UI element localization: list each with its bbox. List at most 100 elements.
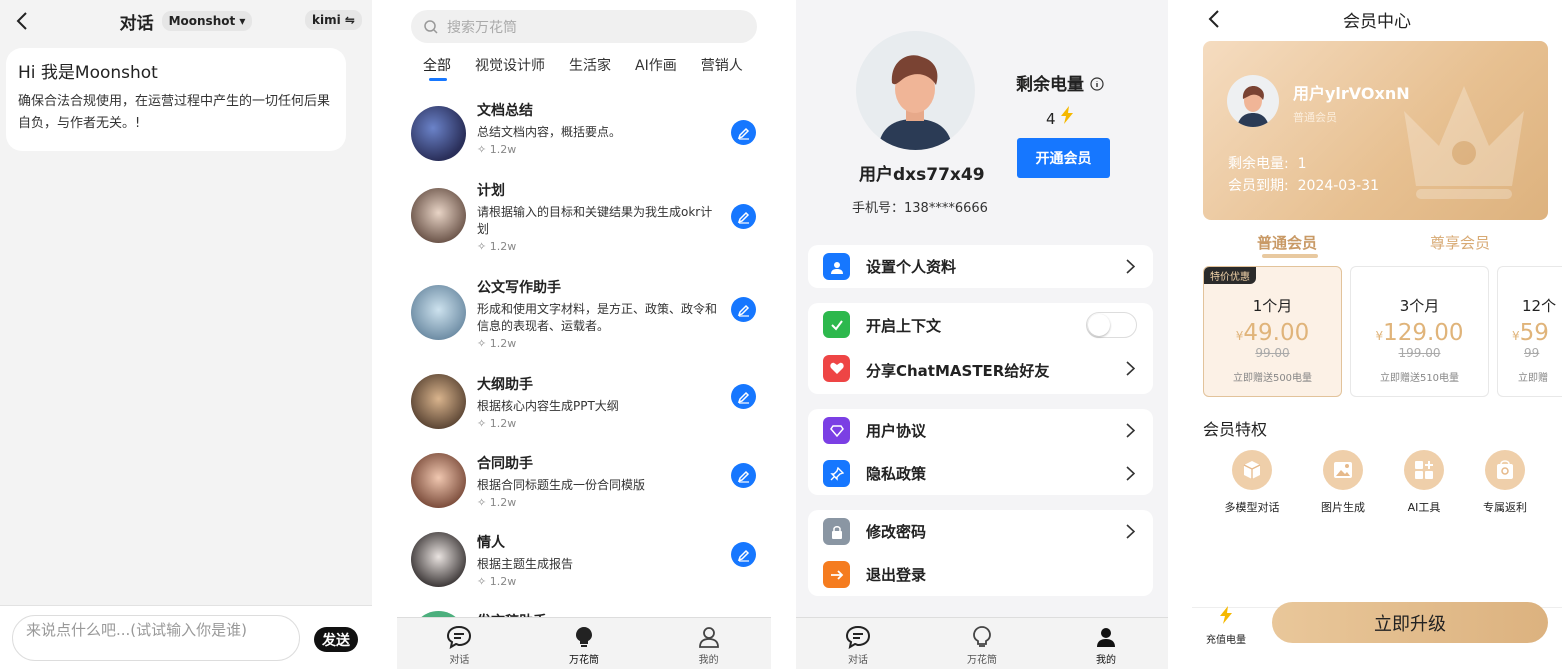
list-item[interactable]: 合同助手 根据合同标题生成一份合同模版 ✧ 1.2w xyxy=(397,453,771,532)
item-name: 合同助手 xyxy=(477,456,533,472)
item-name: 文档总结 xyxy=(477,103,533,119)
tab-premium-member[interactable]: 尊享会员 xyxy=(1430,232,1490,253)
search-bar[interactable]: 搜索万花筒 xyxy=(411,10,757,43)
row-logout[interactable]: 退出登录 xyxy=(808,553,1153,596)
greeting-bubble: Hi 我是Moonshot 确保合法合规使用，在运营过程中产生的一切任何后果自负… xyxy=(6,48,346,151)
plan-old-price: 99 xyxy=(1524,346,1540,360)
info-icon[interactable] xyxy=(1090,77,1104,91)
back-arrow-icon[interactable] xyxy=(12,10,34,32)
search-icon xyxy=(424,19,438,34)
privilege-item[interactable]: 多模型对话 xyxy=(1212,450,1292,515)
nav-mine[interactable]: 我的 xyxy=(1044,618,1168,669)
message-input[interactable]: 来说点什么吧...(试试输入你是谁) xyxy=(12,615,300,661)
context-toggle[interactable] xyxy=(1086,312,1137,338)
plan-card[interactable]: 12个 ¥59 99 立即赠 xyxy=(1497,266,1562,397)
cube-icon xyxy=(1232,450,1272,490)
tab-ai-drawing[interactable]: AI作画 xyxy=(635,55,677,83)
row-label: 修改密码 xyxy=(866,523,927,541)
member-username: 用户ylrVOxnN xyxy=(1293,84,1410,103)
crown-watermark-icon xyxy=(1404,86,1524,199)
context-card: 开启上下文 分享ChatMASTER给好友 xyxy=(808,303,1153,394)
upgrade-button[interactable]: 立即升级 xyxy=(1272,602,1548,643)
plan-card[interactable]: 特价优惠 1个月 ¥49.00 99.00 立即赠送500电量 xyxy=(1203,266,1342,397)
list-item[interactable]: 文档总结 总结文档内容，概括要点。 ✧ 1.2w xyxy=(397,100,771,180)
gift-bag-icon xyxy=(1485,450,1525,490)
edit-button[interactable] xyxy=(731,384,756,409)
chevron-right-icon xyxy=(1126,524,1135,539)
chat-screen: 对话 Moonshot ▾ kimi ⇋ Hi 我是Moonshot 确保合法合… xyxy=(0,0,372,669)
plan-gift: 立即赠送510电量 xyxy=(1379,373,1460,384)
search-input[interactable]: 搜索万花筒 xyxy=(447,17,517,37)
row-share[interactable]: 分享ChatMASTER给好友 xyxy=(808,347,1153,394)
open-vip-button[interactable]: 开通会员 xyxy=(1017,138,1110,178)
recharge-button[interactable]: 充值电量 xyxy=(1201,606,1251,647)
pencil-icon xyxy=(737,549,749,562)
list-item[interactable]: 情人 根据主题生成报告 ✧ 1.2w xyxy=(397,532,771,611)
sale-badge: 特价优惠 xyxy=(1204,267,1256,284)
model-selector[interactable]: Moonshot ▾ xyxy=(161,11,253,31)
chat-bubble-icon xyxy=(845,625,871,649)
tab-normal-member[interactable]: 普通会员 xyxy=(1257,232,1317,253)
member-header: 会员中心 xyxy=(1192,0,1562,38)
row-settings[interactable]: 设置个人资料 xyxy=(808,245,1153,288)
item-desc: 请根据输入的目标和关键结果为我生成okr计划 xyxy=(477,205,713,236)
privilege-item[interactable]: 图片生成 xyxy=(1303,450,1383,515)
list-item[interactable]: 公文写作助手 形成和使用文字材料，是方正、政策、政令和信息的表现者、运载者。 ✧… xyxy=(397,277,771,374)
edit-button[interactable] xyxy=(731,297,756,322)
row-label: 退出登录 xyxy=(866,566,927,584)
tab-all[interactable]: 全部 xyxy=(423,55,451,83)
list-item[interactable]: 计划 请根据输入的目标和关键结果为我生成okr计划 ✧ 1.2w xyxy=(397,180,771,277)
row-label: 用户协议 xyxy=(866,422,927,440)
privilege-item[interactable]: 专属返利 xyxy=(1465,450,1545,515)
pencil-icon xyxy=(737,211,749,224)
nav-chat[interactable]: 对话 xyxy=(796,618,920,669)
chevron-right-icon xyxy=(1126,423,1135,438)
edit-button[interactable] xyxy=(731,463,756,488)
avatar xyxy=(856,31,975,150)
user-icon xyxy=(698,627,719,648)
send-button[interactable]: 发送 xyxy=(314,627,358,652)
privilege-item[interactable]: AI工具 xyxy=(1384,450,1464,515)
logout-arrow-icon xyxy=(823,561,850,588)
avatar xyxy=(1227,75,1279,127)
member-card: 用户ylrVOxnN 普通会员 剩余电量: 1 会员到期: 2024-03-31 xyxy=(1203,41,1548,220)
bottom-nav: 对话 万花筒 我的 xyxy=(397,617,771,669)
item-name: 大纲助手 xyxy=(477,377,533,393)
nav-label: 我的 xyxy=(698,655,719,666)
avatar xyxy=(411,106,466,161)
account-card: 修改密码 退出登录 xyxy=(808,510,1153,596)
check-icon xyxy=(823,311,850,338)
kaleidoscope-screen: 搜索万花筒 全部 视觉设计师 生活家 AI作画 营销人 文档总结 总结文档内容，… xyxy=(397,0,771,669)
nav-kaleido[interactable]: 万花筒 xyxy=(522,618,647,669)
pencil-icon xyxy=(737,304,749,317)
tab-lifestyle[interactable]: 生活家 xyxy=(569,55,611,83)
lightning-icon xyxy=(1061,106,1074,124)
tab-marketer[interactable]: 营销人 xyxy=(701,55,743,83)
kimi-switch[interactable]: kimi ⇋ xyxy=(305,10,362,30)
power-title: 剩余电量 xyxy=(1016,70,1104,95)
edit-button[interactable] xyxy=(731,204,756,229)
edit-button[interactable] xyxy=(731,120,756,145)
row-password[interactable]: 修改密码 xyxy=(808,510,1153,553)
plan-card[interactable]: 3个月 ¥129.00 199.00 立即赠送510电量 xyxy=(1350,266,1489,397)
privilege-label: AI工具 xyxy=(1407,501,1441,514)
back-arrow-icon[interactable] xyxy=(1204,8,1226,30)
avatar xyxy=(411,532,466,587)
edit-button[interactable] xyxy=(731,542,756,567)
list-item[interactable]: 大纲助手 根据核心内容生成PPT大纲 ✧ 1.2w xyxy=(397,374,771,453)
row-agreement[interactable]: 用户协议 xyxy=(808,409,1153,452)
nav-kaleido[interactable]: 万花筒 xyxy=(920,618,1044,669)
nav-mine[interactable]: 我的 xyxy=(646,618,771,669)
item-desc: 总结文档内容，概括要点。 xyxy=(477,125,622,139)
pencil-icon xyxy=(737,127,749,140)
lightbulb-icon xyxy=(576,627,592,647)
member-tabs: 普通会员 尊享会员 xyxy=(1192,232,1562,262)
lightning-icon xyxy=(1220,606,1232,624)
assistant-list: 文档总结 总结文档内容，概括要点。 ✧ 1.2w 计划 请根据输入的目标和关键结… xyxy=(397,100,771,669)
avatar xyxy=(411,188,466,243)
heart-icon xyxy=(823,355,850,382)
nav-chat[interactable]: 对话 xyxy=(397,618,522,669)
row-label: 设置个人资料 xyxy=(866,258,957,276)
row-privacy[interactable]: 隐私政策 xyxy=(808,452,1153,495)
tab-visual-designer[interactable]: 视觉设计师 xyxy=(475,55,545,83)
